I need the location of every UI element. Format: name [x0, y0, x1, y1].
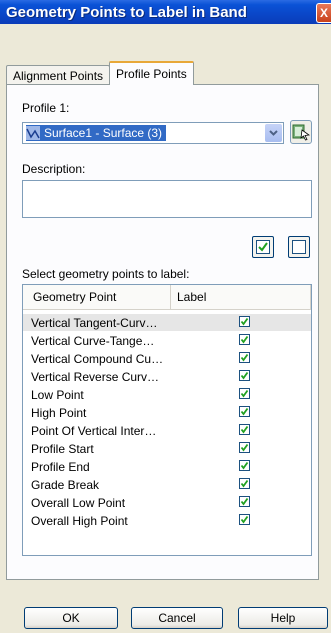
dropdown-arrow[interactable]: [265, 124, 282, 142]
label-checkbox[interactable]: [239, 334, 250, 345]
title-bar: Geometry Points to Label in Band X: [0, 0, 331, 24]
tab-profile-points[interactable]: Profile Points: [109, 61, 194, 85]
tab-alignment-points[interactable]: Alignment Points: [6, 65, 111, 85]
geometry-point-name: Overall Low Point: [31, 495, 126, 510]
description-label: Description:: [22, 162, 86, 176]
table-row[interactable]: Overall High Point: [23, 512, 311, 529]
checkmark-icon: [240, 317, 249, 326]
table-row[interactable]: Low Point: [23, 386, 311, 403]
table-row[interactable]: High Point: [23, 404, 311, 421]
checkmark-icon: [240, 407, 249, 416]
profile-selected: Surface1 - Surface (3): [26, 125, 167, 141]
label-cell: [171, 458, 311, 475]
grid-label: Select geometry points to label:: [22, 267, 190, 281]
uncheck-all-icon: [292, 240, 306, 254]
label-checkbox[interactable]: [239, 370, 250, 381]
geometry-point-name: Grade Break: [31, 477, 100, 492]
geometry-point-name: Vertical Tangent-Curv…: [31, 315, 158, 330]
tab-strip: Alignment Points Profile Points: [6, 61, 194, 85]
window-title: Geometry Points to Label in Band: [6, 3, 247, 21]
profile-surface-icon: [26, 126, 40, 140]
label-cell: [171, 440, 311, 457]
geometry-point-name: Profile Start: [31, 441, 94, 456]
table-row[interactable]: Grade Break: [23, 476, 311, 493]
column-header-label[interactable]: Label: [171, 285, 311, 309]
label-checkbox[interactable]: [239, 388, 250, 399]
checkmark-icon: [240, 479, 249, 488]
label-checkbox[interactable]: [239, 478, 250, 489]
label-checkbox[interactable]: [239, 406, 250, 417]
geometry-point-name: Low Point: [31, 387, 84, 402]
label-checkbox[interactable]: [239, 514, 250, 525]
label-cell: [171, 494, 311, 511]
label-cell: [171, 512, 311, 529]
checkmark-icon: [240, 425, 249, 434]
label-checkbox[interactable]: [239, 460, 250, 471]
geometry-point-name: Point Of Vertical Inter…: [31, 423, 157, 438]
table-row[interactable]: Vertical Curve-Tange…: [23, 332, 311, 349]
table-row[interactable]: Vertical Compound Cu…: [23, 350, 311, 367]
checkmark-icon: [240, 335, 249, 344]
checkmark-icon: [240, 353, 249, 362]
table-row[interactable]: Profile End: [23, 458, 311, 475]
geometry-point-name: Vertical Compound Cu…: [31, 351, 164, 366]
label-cell: [171, 476, 311, 493]
geometry-point-name: Profile End: [31, 459, 90, 474]
table-row[interactable]: Vertical Reverse Curv…: [23, 368, 311, 385]
check-all-button[interactable]: [252, 236, 274, 258]
checkmark-icon: [240, 497, 249, 506]
cancel-button[interactable]: Cancel: [131, 607, 223, 629]
label-cell: [171, 332, 311, 349]
label-cell: [171, 422, 311, 439]
checkmark-icon: [240, 461, 249, 470]
profile-label: Profile 1:: [22, 101, 70, 115]
profile-dropdown[interactable]: Surface1 - Surface (3): [22, 122, 284, 144]
close-button[interactable]: X: [316, 3, 331, 23]
label-cell: [171, 314, 311, 331]
description-field[interactable]: [22, 180, 312, 218]
label-cell: [171, 350, 311, 367]
label-checkbox[interactable]: [239, 316, 250, 327]
table-row[interactable]: Point Of Vertical Inter…: [23, 422, 311, 439]
label-cell: [171, 404, 311, 421]
label-checkbox[interactable]: [239, 352, 250, 363]
uncheck-all-button[interactable]: [288, 236, 310, 258]
ok-button[interactable]: OK: [24, 607, 118, 629]
checkmark-icon: [240, 389, 249, 398]
label-cell: [171, 368, 311, 385]
label-checkbox[interactable]: [239, 442, 250, 453]
table-row[interactable]: Overall Low Point: [23, 494, 311, 511]
column-header-geometry-point[interactable]: Geometry Point: [23, 285, 171, 309]
checkmark-icon: [240, 443, 249, 452]
geometry-point-name: Overall High Point: [31, 513, 128, 528]
table-row[interactable]: Vertical Tangent-Curv…: [23, 314, 311, 331]
help-button[interactable]: Help: [238, 607, 328, 629]
label-checkbox[interactable]: [239, 424, 250, 435]
profile-selected-value: Surface1 - Surface (3): [44, 126, 163, 140]
checkmark-icon: [240, 515, 249, 524]
geometry-point-name: High Point: [31, 405, 87, 420]
check-all-icon: [256, 240, 270, 254]
label-checkbox[interactable]: [239, 496, 250, 507]
checkmark-icon: [240, 371, 249, 380]
geometry-point-name: Vertical Curve-Tange…: [31, 333, 155, 348]
close-icon: X: [319, 6, 328, 20]
select-from-drawing-button[interactable]: [290, 120, 312, 144]
chevron-down-icon: [269, 130, 278, 136]
table-row[interactable]: Profile Start: [23, 440, 311, 457]
grid-header: Geometry Point Label: [23, 285, 311, 310]
label-cell: [171, 386, 311, 403]
geometry-points-grid: Geometry Point Label Vertical Tangent-Cu…: [22, 284, 312, 556]
pick-from-drawing-icon: [292, 124, 310, 141]
geometry-point-name: Vertical Reverse Curv…: [31, 369, 160, 384]
